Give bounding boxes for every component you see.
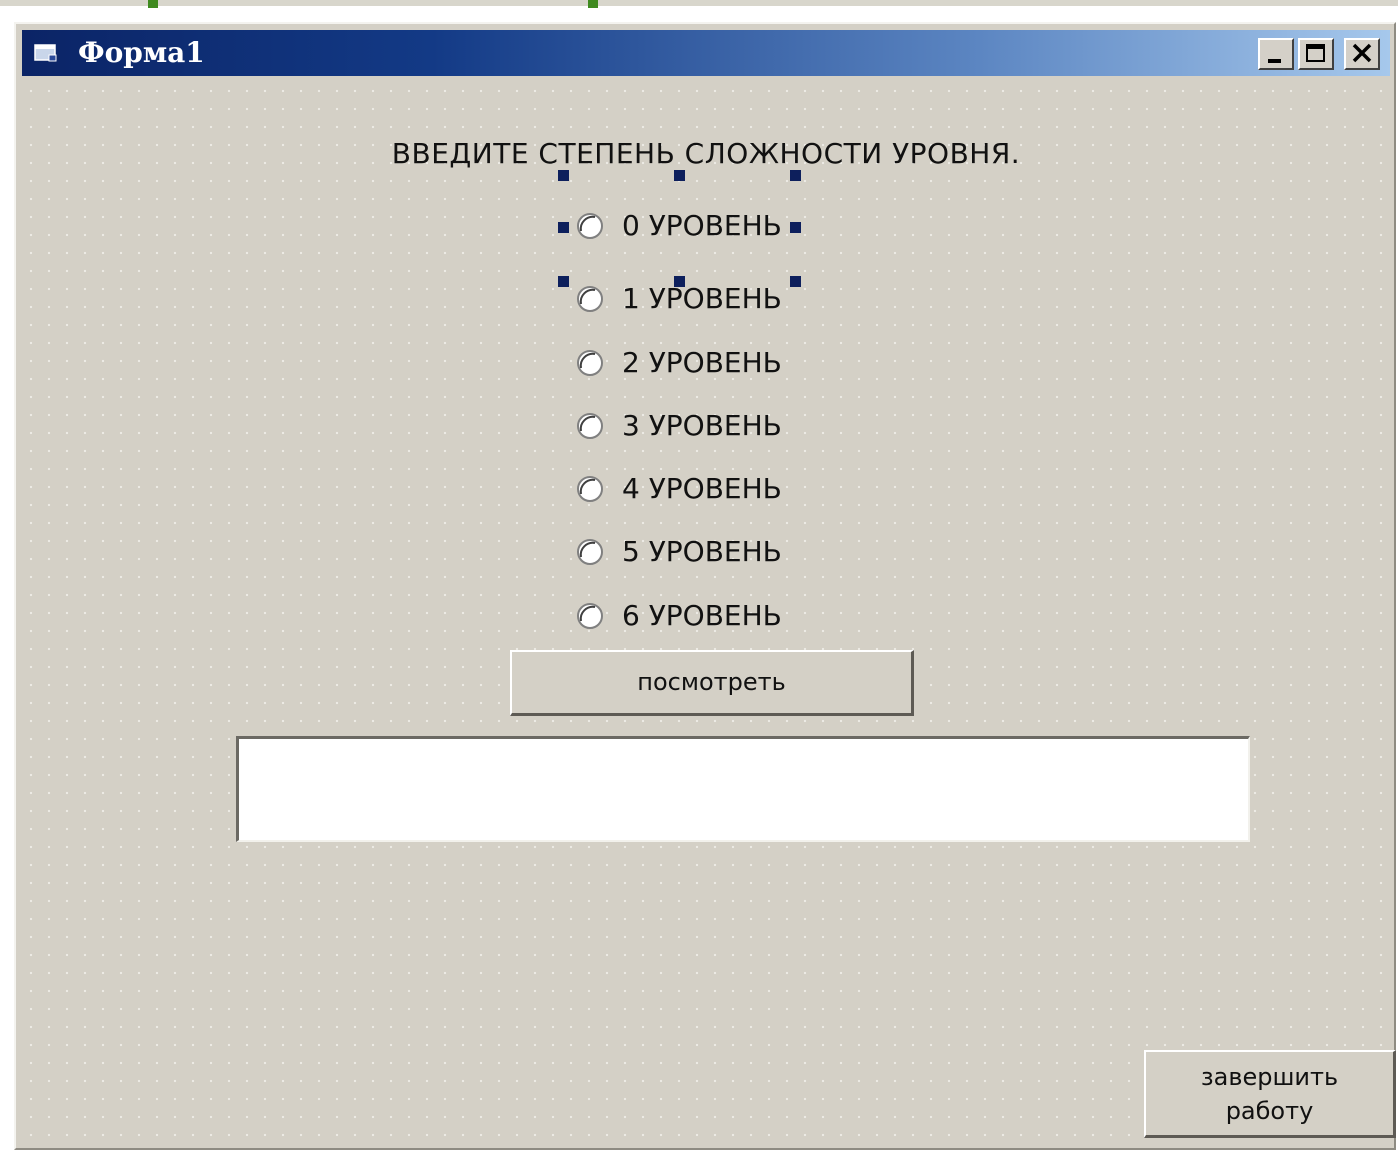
close-icon (1352, 43, 1372, 63)
window-title: Форма1 (78, 36, 205, 69)
radio-level-0[interactable]: 0 УРОВЕНЬ (576, 208, 836, 248)
radio-level-6-label: 6 УРОВЕНЬ (622, 599, 782, 632)
radio-level-4[interactable]: 4 УРОВЕНЬ (576, 471, 836, 511)
radio-icon (577, 539, 603, 565)
radio-level-3[interactable]: 3 УРОВЕНЬ (576, 408, 836, 448)
minimize-button[interactable] (1258, 38, 1294, 70)
form-window: Форма1 ВВЕДИТЕ СТЕПЕНЬ СЛОЖНОСТИ УРОВНЯ. (14, 22, 1396, 1150)
background-strip (0, 0, 1398, 6)
minimize-icon (1268, 59, 1281, 63)
title-bar[interactable]: Форма1 (22, 30, 1390, 76)
radio-level-1-label: 1 УРОВЕНЬ (622, 282, 782, 315)
radio-level-5-label: 5 УРОВЕНЬ (622, 535, 782, 568)
radio-level-2[interactable]: 2 УРОВЕНЬ (576, 345, 836, 385)
radio-level-2-label: 2 УРОВЕНЬ (622, 346, 782, 379)
selection-handle[interactable] (558, 222, 569, 233)
radio-icon (577, 213, 603, 239)
maximize-button[interactable] (1298, 38, 1334, 70)
slide-accent-bar-right (588, 0, 598, 8)
radio-level-1[interactable]: 1 УРОВЕНЬ (576, 281, 836, 321)
view-button[interactable]: посмотреть (510, 650, 914, 716)
prompt-label: ВВЕДИТЕ СТЕПЕНЬ СЛОЖНОСТИ УРОВНЯ. (391, 137, 1021, 170)
radio-level-0-label: 0 УРОВЕНЬ (622, 209, 782, 242)
radio-level-5[interactable]: 5 УРОВЕНЬ (576, 534, 836, 574)
radio-icon (577, 413, 603, 439)
finish-work-button-label: завершить работу (1200, 1062, 1339, 1125)
radio-level-3-label: 3 УРОВЕНЬ (622, 409, 782, 442)
selection-handle[interactable] (790, 170, 801, 181)
form-icon (34, 44, 57, 62)
selection-handle[interactable] (558, 170, 569, 181)
radio-icon (577, 603, 603, 629)
radio-icon (577, 350, 603, 376)
selection-handle[interactable] (674, 170, 685, 181)
maximize-icon (1306, 44, 1325, 62)
finish-work-button[interactable]: завершить работу (1144, 1050, 1396, 1138)
radio-level-4-label: 4 УРОВЕНЬ (622, 472, 782, 505)
close-button[interactable] (1344, 38, 1380, 70)
radio-icon (577, 476, 603, 502)
selection-handle[interactable] (558, 276, 569, 287)
radio-level-6[interactable]: 6 УРОВЕНЬ (576, 598, 836, 638)
output-textbox[interactable] (236, 736, 1250, 842)
radio-icon (577, 286, 603, 312)
slide-accent-bar-left (148, 0, 158, 8)
